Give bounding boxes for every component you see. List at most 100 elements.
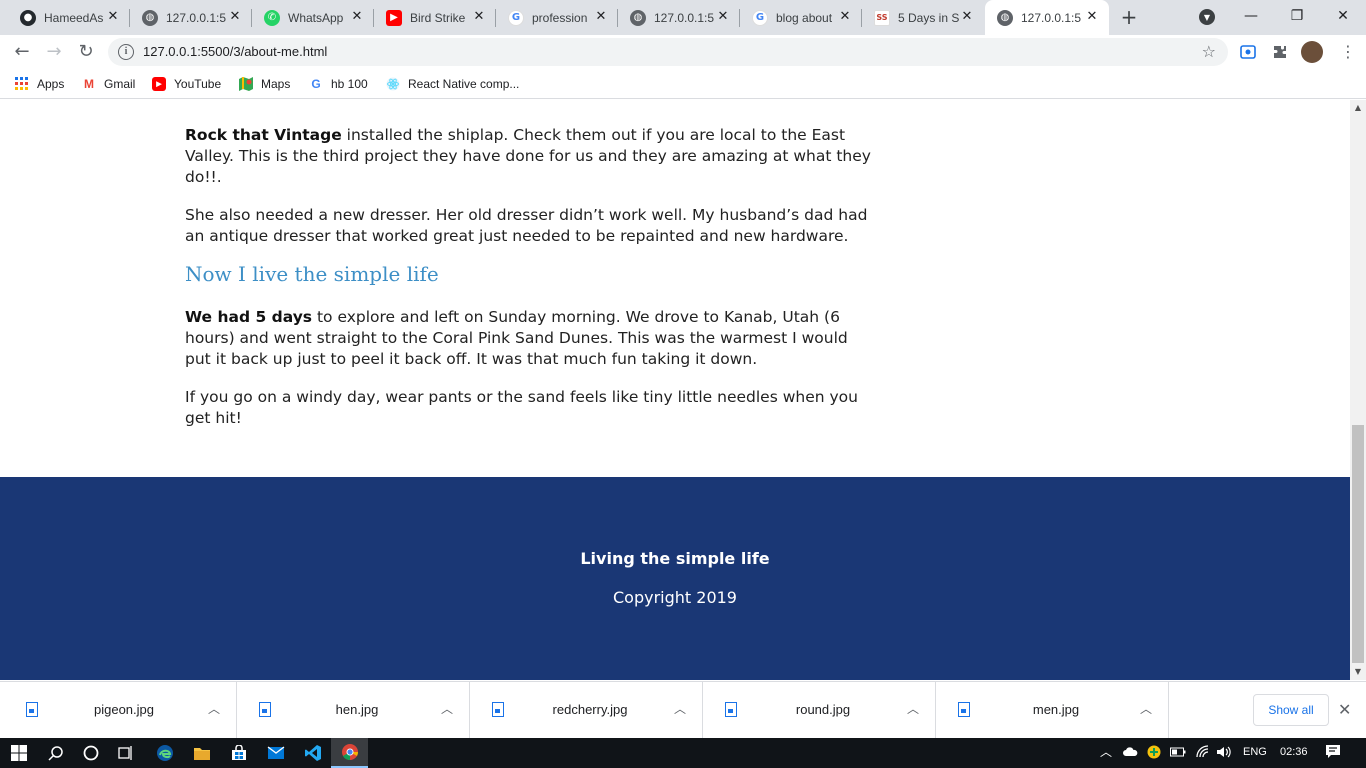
close-tab-icon[interactable]: ✕ xyxy=(106,10,120,24)
close-tab-icon[interactable]: ✕ xyxy=(960,10,974,24)
tab-google-1[interactable]: G profession ✕ xyxy=(496,0,618,35)
tab-localhost-1[interactable]: ◍ 127.0.0.1:5 ✕ xyxy=(130,0,252,35)
tab-whatsapp[interactable]: ✆ WhatsApp ✕ xyxy=(252,0,374,35)
chrome-icon[interactable] xyxy=(331,738,368,768)
bookmark-gmail[interactable]: M Gmail xyxy=(82,76,135,92)
screen-cast-icon[interactable] xyxy=(1238,42,1258,62)
download-item[interactable]: pigeon.jpg ︿ xyxy=(4,682,237,739)
notifications-icon[interactable] xyxy=(1325,744,1341,763)
youtube-icon: ▶ xyxy=(386,9,402,26)
bookmark-label: React Native comp... xyxy=(408,77,520,91)
site-footer: Living the simple life Copyright 2019 xyxy=(0,477,1350,680)
task-view-icon[interactable] xyxy=(107,738,144,768)
download-filename: round.jpg xyxy=(795,702,851,717)
github-icon: ● xyxy=(20,9,36,26)
tab-title: 127.0.0.1:5 xyxy=(166,10,227,25)
wifi-icon[interactable] xyxy=(1196,745,1210,762)
image-file-icon xyxy=(725,702,737,717)
tab-youtube[interactable]: ▶ Bird Strike ✕ xyxy=(374,0,496,35)
url-text[interactable]: 127.0.0.1:5500/3/about-me.html xyxy=(143,44,327,59)
volume-icon[interactable] xyxy=(1216,745,1232,762)
close-tab-icon[interactable]: ✕ xyxy=(594,10,608,24)
chevron-up-icon[interactable]: ︿ xyxy=(208,700,220,717)
chevron-up-icon[interactable]: ︿ xyxy=(674,700,686,717)
download-filename: pigeon.jpg xyxy=(94,702,154,717)
info-icon[interactable]: i xyxy=(118,44,134,60)
language-indicator[interactable]: ENG xyxy=(1243,746,1267,758)
cortana-icon[interactable] xyxy=(72,738,109,768)
extensions-puzzle-icon[interactable] xyxy=(1270,42,1290,62)
google-icon: G xyxy=(311,77,321,91)
show-all-downloads-button[interactable]: Show all xyxy=(1253,694,1329,726)
tab-google-2[interactable]: G blog about ✕ xyxy=(740,0,862,35)
scroll-up-arrow-icon[interactable]: ▲ xyxy=(1350,100,1366,116)
tab-github[interactable]: ● HameedAs ✕ xyxy=(8,0,130,35)
tab-5-days[interactable]: SS 5 Days in S ✕ xyxy=(862,0,984,35)
bookmark-react-native[interactable]: React Native comp... xyxy=(386,76,519,92)
bookmark-label: YouTube xyxy=(174,77,222,91)
close-tab-icon[interactable]: ✕ xyxy=(716,10,730,24)
close-tab-icon[interactable]: ✕ xyxy=(1085,10,1099,24)
onedrive-cloud-icon[interactable] xyxy=(1122,747,1138,760)
tab-localhost-2[interactable]: ◍ 127.0.0.1:5 ✕ xyxy=(618,0,740,35)
mail-icon[interactable] xyxy=(257,738,294,768)
file-explorer-icon[interactable] xyxy=(183,738,220,768)
close-download-shelf-icon[interactable]: ✕ xyxy=(1338,700,1351,719)
minimize-button[interactable]: — xyxy=(1228,0,1274,32)
shield-plus-icon[interactable] xyxy=(1147,745,1161,762)
address-bar[interactable]: i 127.0.0.1:5500/3/about-me.html ☆ xyxy=(108,38,1228,66)
tab-localhost-active[interactable]: ◍ 127.0.0.1:5 ✕ xyxy=(985,0,1109,35)
reload-icon[interactable]: ↻ xyxy=(74,40,98,64)
store-icon[interactable] xyxy=(220,738,257,768)
bookmark-apps[interactable]: Apps xyxy=(15,76,64,92)
search-icon[interactable] xyxy=(37,738,74,768)
bookmark-maps[interactable]: Maps xyxy=(239,76,290,92)
download-item[interactable]: round.jpg ︿ xyxy=(703,682,936,739)
tab-title: profession xyxy=(532,10,588,25)
google-icon: G xyxy=(752,9,768,26)
tab-strip: ● HameedAs ✕ ◍ 127.0.0.1:5 ✕ ✆ WhatsApp … xyxy=(0,0,1366,35)
react-icon xyxy=(386,77,400,91)
chevron-up-icon[interactable]: ︿ xyxy=(907,700,919,717)
close-window-button[interactable]: ✕ xyxy=(1320,0,1366,32)
image-file-icon xyxy=(492,702,504,717)
windows-start-icon[interactable] xyxy=(0,738,37,768)
new-tab-button[interactable]: + xyxy=(1118,6,1140,28)
globe-icon: ◍ xyxy=(630,9,646,26)
download-item[interactable]: men.jpg ︿ xyxy=(936,682,1169,739)
profile-avatar[interactable] xyxy=(1301,41,1323,63)
vscode-icon[interactable] xyxy=(294,738,331,768)
restore-button[interactable]: ❐ xyxy=(1274,0,1320,32)
article-body: Rock that Vintage installed the shiplap.… xyxy=(185,125,875,446)
page-scrollbar[interactable]: ▲ ▼ xyxy=(1350,100,1366,680)
scrollbar-thumb[interactable] xyxy=(1352,425,1364,663)
download-item[interactable]: redcherry.jpg ︿ xyxy=(470,682,703,739)
edge-browser-icon[interactable] xyxy=(146,738,183,768)
google-icon: G xyxy=(508,9,524,26)
back-arrow-icon[interactable]: ← xyxy=(10,40,34,64)
tab-title: blog about xyxy=(776,10,833,25)
close-tab-icon[interactable]: ✕ xyxy=(472,10,486,24)
chevron-up-icon[interactable]: ︿ xyxy=(1140,700,1152,717)
tab-title: HameedAs xyxy=(44,10,104,25)
more-menu-icon[interactable]: ⋮ xyxy=(1340,42,1356,62)
clock[interactable]: 02:36 xyxy=(1280,746,1308,758)
tab-search-icon[interactable]: ▼ xyxy=(1199,9,1215,25)
paragraph-windy-day: If you go on a windy day, wear pants or … xyxy=(185,388,858,427)
section-heading: Now I live the simple life xyxy=(185,262,439,286)
chevron-up-icon[interactable]: ︿ xyxy=(441,700,453,717)
scroll-down-arrow-icon[interactable]: ▼ xyxy=(1350,664,1366,680)
bookmark-youtube[interactable]: ▶ YouTube xyxy=(152,76,221,92)
battery-icon[interactable] xyxy=(1170,747,1186,760)
forward-arrow-icon[interactable]: → xyxy=(42,40,66,64)
chevron-up-icon[interactable]: ︿ xyxy=(1100,743,1112,760)
close-tab-icon[interactable]: ✕ xyxy=(838,10,852,24)
bookmark-hb100[interactable]: G hb 100 xyxy=(309,76,367,92)
close-tab-icon[interactable]: ✕ xyxy=(228,10,242,24)
close-tab-icon[interactable]: ✕ xyxy=(350,10,364,24)
image-file-icon xyxy=(259,702,271,717)
browser-toolbar: ← → ↻ i 127.0.0.1:5500/3/about-me.html ☆… xyxy=(0,35,1366,69)
download-item[interactable]: hen.jpg ︿ xyxy=(237,682,470,739)
bookmark-star-icon[interactable]: ☆ xyxy=(1202,42,1216,61)
whatsapp-icon: ✆ xyxy=(264,9,280,26)
